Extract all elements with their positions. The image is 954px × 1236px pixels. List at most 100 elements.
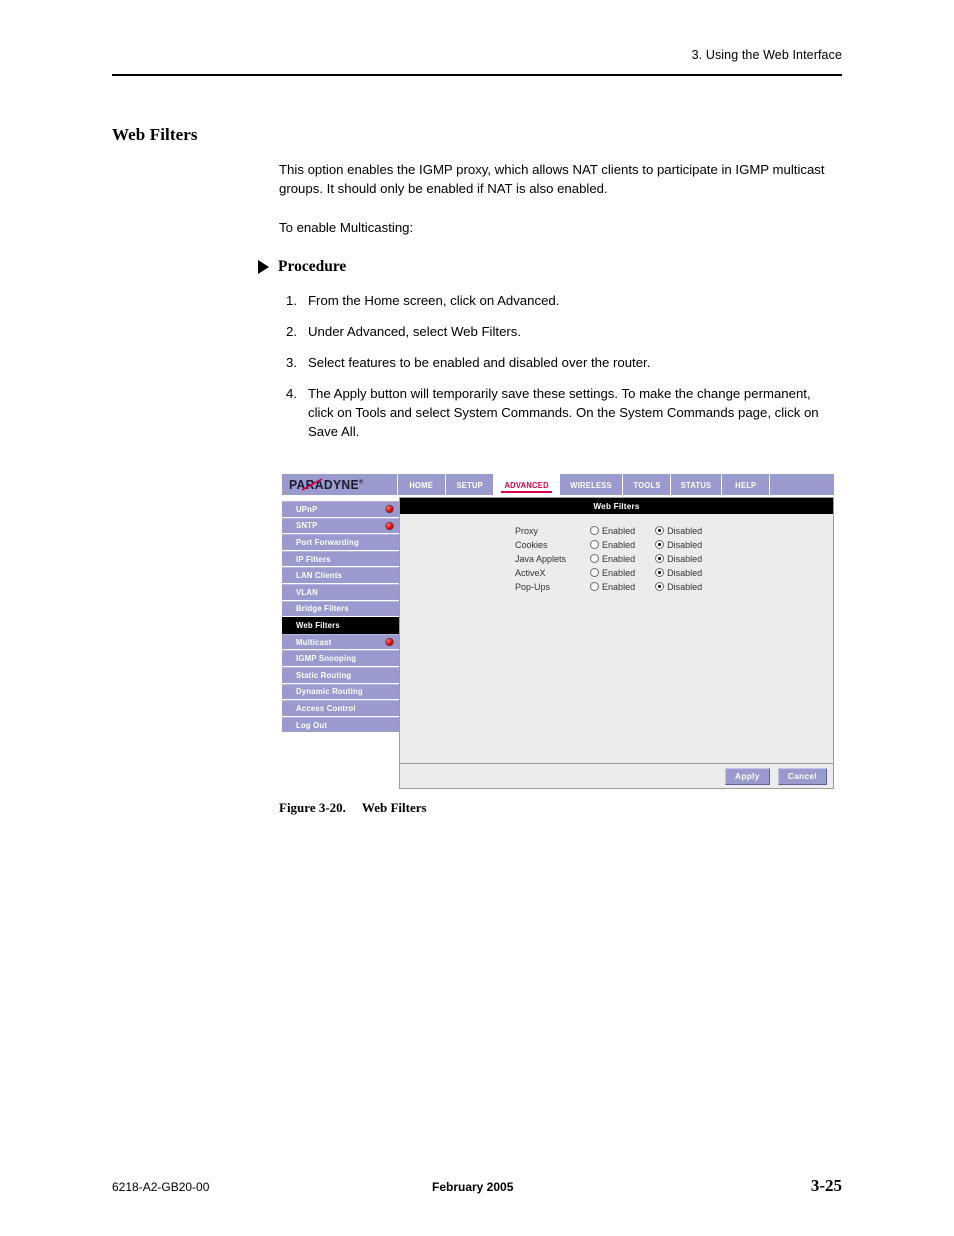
nav-tab-help[interactable]: HELP xyxy=(722,474,771,495)
sidebar-item-log-out[interactable]: Log Out xyxy=(282,716,399,734)
sidebar-item-lan-clients[interactable]: LAN Clients xyxy=(282,567,399,584)
intro-paragraph: This option enables the IGMP proxy, whic… xyxy=(279,162,825,196)
status-dot-icon xyxy=(386,522,393,530)
radio-enabled-java-applets[interactable] xyxy=(590,554,600,563)
sidebar-item-static-routing[interactable]: Static Routing xyxy=(282,666,399,684)
filter-enabled-option[interactable]: Enabled xyxy=(590,567,655,581)
navbar-filler xyxy=(770,474,834,495)
step-text: Select features to be enabled and disabl… xyxy=(308,355,651,370)
sidebar-item-label: Dynamic Routing xyxy=(296,687,363,697)
filter-disabled-option[interactable]: Disabled xyxy=(655,581,702,595)
filter-disabled-option[interactable]: Disabled xyxy=(655,525,702,539)
router-sidebar: UPnP SNTP Port Forwarding IP Filters LAN… xyxy=(282,501,399,734)
figure-caption: Figure 3-20. Web Filters xyxy=(279,800,427,816)
sidebar-item-access-control[interactable]: Access Control xyxy=(282,700,399,717)
procedure-step-list: 1. From the Home screen, click on Advanc… xyxy=(279,291,839,453)
sidebar-item-label: Port Forwarding xyxy=(296,537,359,547)
step-number: 1. xyxy=(286,293,297,308)
apply-button[interactable]: Apply xyxy=(724,767,770,785)
list-item: 2. Under Advanced, select Web Filters. xyxy=(279,322,839,341)
option-label: Disabled xyxy=(667,568,703,578)
radio-enabled-proxy[interactable] xyxy=(590,526,600,535)
option-label: Enabled xyxy=(602,554,636,564)
option-label: Disabled xyxy=(667,582,703,592)
procedure-heading: Procedure xyxy=(258,258,346,276)
sidebar-item-bridge-filters[interactable]: Bridge Filters xyxy=(282,600,399,618)
nav-tab-label: WIRELESS xyxy=(570,479,613,490)
radio-disabled-java-applets[interactable] xyxy=(655,554,665,563)
sidebar-item-ip-filters[interactable]: IP Filters xyxy=(282,550,399,568)
step-number: 2. xyxy=(286,324,297,339)
list-item: 1. From the Home screen, click on Advanc… xyxy=(279,291,839,310)
sidebar-item-label: UPnP xyxy=(296,504,318,514)
nav-tab-setup[interactable]: SETUP xyxy=(446,474,494,495)
sidebar-item-web-filters[interactable]: Web Filters xyxy=(282,617,399,634)
sidebar-item-label: VLAN xyxy=(296,587,318,597)
nav-tab-label: STATUS xyxy=(681,479,712,490)
nav-tab-strip: HOME SETUP ADVANCED WIRELESS TOOLS STATU… xyxy=(398,474,771,495)
header-rule xyxy=(112,74,842,76)
trademark-symbol: ® xyxy=(358,479,364,486)
radio-disabled-proxy[interactable] xyxy=(655,526,665,535)
filter-name: Java Applets xyxy=(515,554,567,564)
sidebar-item-dynamic-routing[interactable]: Dynamic Routing xyxy=(282,683,399,701)
radio-enabled-pop-ups[interactable] xyxy=(590,582,600,591)
sidebar-item-label: SNTP xyxy=(296,521,318,531)
step-text: The Apply button will temporarily save t… xyxy=(308,386,819,439)
sidebar-item-label: IGMP Snooping xyxy=(296,654,357,664)
table-row: Proxy Enabled Disabled xyxy=(515,525,702,539)
filter-enabled-option[interactable]: Enabled xyxy=(590,581,655,595)
sidebar-item-label: Access Control xyxy=(296,703,356,713)
radio-disabled-activex[interactable] xyxy=(655,568,665,577)
router-navbar: PARADYNE® HOME SETUP ADVANCED WIRELESS T… xyxy=(282,474,834,496)
table-row: ActiveX Enabled Disabled xyxy=(515,567,702,581)
option-label: Enabled xyxy=(602,568,636,578)
panel-body: Proxy Enabled Disabled Cookies Enabled D… xyxy=(400,514,833,763)
filter-disabled-option[interactable]: Disabled xyxy=(655,567,702,581)
sidebar-item-label: Multicast xyxy=(296,637,332,647)
filter-name: Proxy xyxy=(515,526,539,536)
cancel-button[interactable]: Cancel xyxy=(777,767,827,785)
figure-screenshot: PARADYNE® HOME SETUP ADVANCED WIRELESS T… xyxy=(282,474,834,789)
filter-disabled-option[interactable]: Disabled xyxy=(655,553,702,567)
sidebar-item-label: IP Filters xyxy=(296,554,331,564)
filter-disabled-option[interactable]: Disabled xyxy=(655,539,702,553)
sidebar-item-port-forwarding[interactable]: Port Forwarding xyxy=(282,534,399,551)
nav-tab-home[interactable]: HOME xyxy=(398,474,446,495)
panel-button-bar: Apply Cancel xyxy=(400,763,833,788)
radio-enabled-activex[interactable] xyxy=(590,568,600,577)
nav-tab-status[interactable]: STATUS xyxy=(671,474,723,495)
sidebar-item-vlan[interactable]: VLAN xyxy=(282,583,399,601)
filter-enabled-option[interactable]: Enabled xyxy=(590,525,655,539)
option-label: Disabled xyxy=(667,540,703,550)
publication-date: February 2005 xyxy=(432,1180,514,1194)
step-text: From the Home screen, click on Advanced. xyxy=(308,293,560,308)
radio-enabled-cookies[interactable] xyxy=(590,540,600,549)
nav-tab-label: TOOLS xyxy=(633,479,661,490)
radio-disabled-pop-ups[interactable] xyxy=(655,582,665,591)
nav-tab-wireless[interactable]: WIRELESS xyxy=(560,474,624,495)
list-item: 4. The Apply button will temporarily sav… xyxy=(279,384,839,441)
option-label: Disabled xyxy=(667,526,703,536)
filter-enabled-option[interactable]: Enabled xyxy=(590,553,655,567)
panel-title: Web Filters xyxy=(400,498,833,514)
option-label: Disabled xyxy=(667,554,703,564)
nav-tab-advanced[interactable]: ADVANCED xyxy=(494,474,561,495)
running-head: 3. Using the Web Interface xyxy=(691,48,842,62)
figure-label: Figure 3-20. xyxy=(279,800,346,815)
sidebar-item-sntp[interactable]: SNTP xyxy=(282,517,399,535)
nav-tab-tools[interactable]: TOOLS xyxy=(623,474,672,495)
nav-tab-label: HELP xyxy=(735,479,757,490)
table-row: Java Applets Enabled Disabled xyxy=(515,553,702,567)
page-number: 3-25 xyxy=(810,1176,842,1195)
sidebar-item-igmp-snooping[interactable]: IGMP Snooping xyxy=(282,650,399,667)
step-text: Under Advanced, select Web Filters. xyxy=(308,324,522,339)
lead-in-paragraph: To enable Multicasting: xyxy=(279,220,414,235)
sidebar-item-multicast[interactable]: Multicast xyxy=(282,633,399,651)
radio-disabled-cookies[interactable] xyxy=(655,540,665,549)
web-filter-options-table: Proxy Enabled Disabled Cookies Enabled D… xyxy=(515,525,702,595)
sidebar-item-upnp[interactable]: UPnP xyxy=(282,501,399,518)
step-number: 3. xyxy=(286,355,297,370)
sidebar-item-label: Bridge Filters xyxy=(296,604,349,614)
filter-enabled-option[interactable]: Enabled xyxy=(590,539,655,553)
